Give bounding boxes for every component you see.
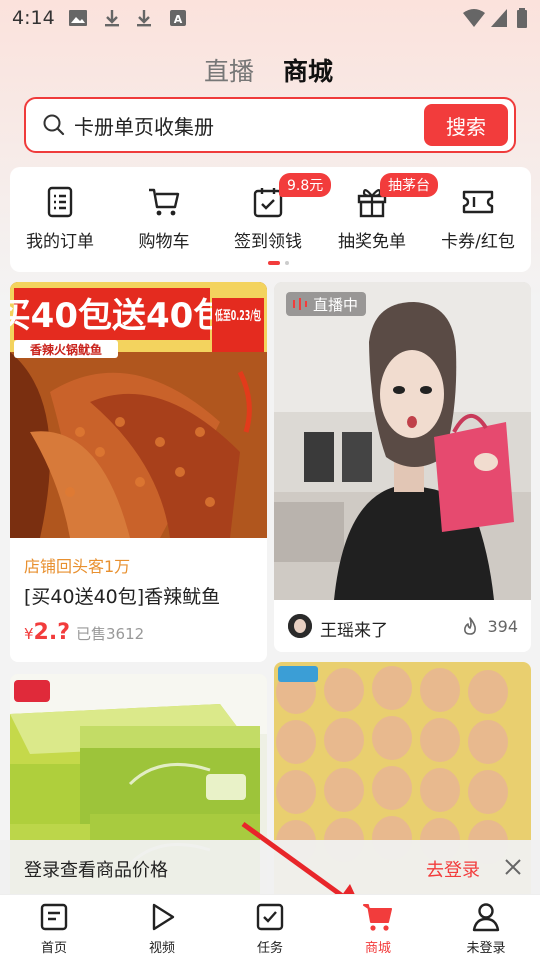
product-title: [买40送40包]香辣鱿鱼	[24, 586, 221, 608]
cart-icon	[363, 904, 392, 931]
quick-nav-label: 我的订单	[26, 232, 94, 252]
promo-sub-text: 香辣火锅鱿鱼	[29, 342, 102, 357]
streamer-name: 王瑶来了	[320, 621, 388, 641]
download-icon	[105, 10, 119, 27]
product-image: 买40包送40包 低至0.23/包 香辣火锅鱿鱼	[10, 282, 267, 538]
nav-video[interactable]: 视频	[122, 901, 202, 956]
flame-icon	[464, 617, 476, 635]
top-tabs: 直播 商城	[0, 52, 540, 88]
avatar-image	[288, 614, 312, 638]
search-icon	[43, 114, 65, 136]
play-icon	[152, 903, 175, 931]
search-input[interactable]	[74, 110, 414, 140]
signal-icon	[491, 9, 507, 27]
product-card[interactable]: 买40包送40包 低至0.23/包 香辣火锅鱿鱼 店铺回头客1万 [买40送40…	[10, 282, 267, 662]
streamer-row: 王瑶来了 394	[288, 614, 518, 641]
live-wave-icon	[293, 298, 307, 310]
price-value: 2.?	[33, 620, 70, 645]
login-link[interactable]: 去登录	[426, 856, 480, 882]
status-bar: 4:14 A	[0, 0, 540, 36]
close-icon[interactable]	[502, 856, 524, 878]
font-app-icon: A	[170, 10, 186, 26]
nav-label: 首页	[40, 941, 67, 956]
quick-nav-coupons[interactable]: 卡券/红包	[426, 185, 530, 252]
quick-nav-checkin[interactable]: 签到领钱 9.8元	[216, 173, 332, 252]
task-check-icon	[256, 903, 284, 931]
login-prompt-bar: 登录查看商品价格 去登录	[0, 840, 540, 894]
sold-count: 已售3612	[75, 625, 145, 643]
nav-tasks[interactable]: 任务	[230, 901, 310, 956]
tab-live[interactable]: 直播	[204, 52, 254, 88]
quick-nav-label: 签到领钱	[234, 232, 302, 252]
nav-label: 任务	[256, 941, 283, 956]
svg-text:A: A	[174, 13, 183, 26]
order-list-icon	[47, 186, 73, 218]
image-notification-icon	[69, 10, 87, 26]
live-badge-label: 直播中	[313, 295, 359, 314]
quick-nav-label: 卡券/红包	[441, 232, 515, 252]
nav-label: 未登录	[466, 941, 506, 956]
nav-label: 视频	[148, 941, 175, 956]
nav-profile[interactable]: 未登录	[446, 901, 526, 956]
quick-nav-my-orders[interactable]: 我的订单	[8, 185, 112, 252]
download-icon	[137, 10, 151, 27]
live-stream-thumbnail	[274, 282, 531, 600]
like-count: 394	[487, 617, 518, 636]
nav-mall[interactable]: 商城	[338, 901, 418, 956]
live-card[interactable]: 直播中 王瑶来了 394	[274, 282, 531, 652]
user-icon	[472, 903, 500, 932]
quick-nav-lottery[interactable]: 抽奖免单 抽茅台	[320, 173, 438, 252]
wifi-icon	[463, 9, 485, 27]
cart-icon	[149, 188, 180, 216]
avatar[interactable]	[288, 614, 312, 638]
tab-mall[interactable]: 商城	[283, 52, 333, 88]
nav-home[interactable]: 首页	[14, 901, 94, 956]
home-doc-icon	[40, 903, 68, 931]
page-dot-active	[268, 261, 280, 265]
battery-icon	[517, 8, 527, 28]
search-button[interactable]: 搜索	[424, 104, 508, 146]
price-row: ¥2.? 已售3612	[24, 620, 144, 650]
search-bar: 搜索	[24, 97, 516, 153]
coupon-icon	[462, 190, 494, 214]
login-prompt-text: 登录查看商品价格	[24, 860, 168, 881]
shop-tag: 店铺回头客1万	[24, 557, 131, 576]
price-symbol: ¥	[24, 625, 34, 643]
page-dot	[285, 261, 289, 265]
quick-nav-label: 抽奖免单	[338, 232, 406, 252]
status-time: 4:14	[12, 7, 55, 29]
promo-corner-text: 低至0.23/包	[214, 308, 261, 324]
quick-nav-cart[interactable]: 购物车	[112, 185, 216, 252]
quick-nav: 我的订单 购物车 签到领钱 9.8元 抽奖免单 抽茅台 卡券/红包	[10, 167, 531, 272]
nav-label: 商城	[364, 941, 391, 956]
live-badge: 直播中	[286, 292, 367, 316]
promo-text: 买40包送40包	[10, 296, 227, 336]
quick-nav-label: 购物车	[138, 232, 190, 252]
bottom-nav: 首页 视频 任务 商城 未登录	[0, 894, 540, 960]
